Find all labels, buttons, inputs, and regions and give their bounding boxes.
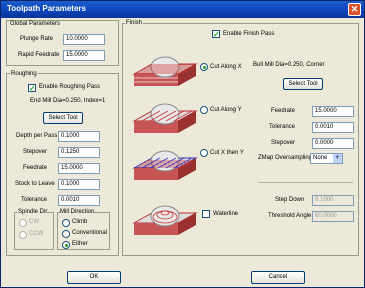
ok-button[interactable]: OK xyxy=(67,271,121,284)
window-title: Toolpath Parameters xyxy=(7,4,86,13)
close-button[interactable]: ✕ xyxy=(348,3,361,16)
roughing-feedrate-input[interactable]: 15.0000 xyxy=(58,163,100,174)
waterline-label: Waterline xyxy=(213,211,239,217)
chevron-down-icon[interactable]: ▼ xyxy=(333,154,342,163)
roughing-heading: Roughing xyxy=(10,71,38,77)
cut-x-then-y-label: Cut X then Y xyxy=(210,150,244,156)
enable-roughing-checkbox[interactable]: ✓ xyxy=(28,84,36,93)
stock-to-leave-input[interactable]: 0.1000 xyxy=(58,179,100,190)
climb-radio[interactable] xyxy=(62,219,70,227)
title-bar[interactable]: Toolpath Parameters ✕ xyxy=(1,1,364,18)
enable-roughing-label: Enable Roughing Pass xyxy=(39,84,101,90)
waterline-preview-image xyxy=(132,205,198,235)
mill-direction-heading: Mill Direction xyxy=(60,209,95,215)
threshold-angle-input[interactable]: 60.0000 xyxy=(312,211,354,222)
threshold-angle-label: Threshold Angle xyxy=(268,213,312,219)
climb-label: Climb xyxy=(72,219,88,225)
global-parameters-heading: Global Parameters xyxy=(10,21,61,27)
enable-finish-label: Enable Finish Pass xyxy=(223,31,275,37)
finish-stepover-label: Stepover xyxy=(271,140,296,146)
cut-along-x-preview-image xyxy=(132,56,198,86)
cut-along-y-radio[interactable] xyxy=(200,106,208,114)
cut-along-y-label: Cut Along Y xyxy=(210,107,242,113)
cut-along-y-preview-image xyxy=(132,103,198,133)
conventional-label: Conventional xyxy=(72,230,108,236)
roughing-tolerance-input[interactable]: 0.0010 xyxy=(58,195,100,206)
zmap-oversampling-label: ZMap Oversampling xyxy=(258,155,313,161)
finish-feedrate-input[interactable]: 15.0000 xyxy=(312,106,354,117)
roughing-tolerance-label: Tolerance xyxy=(21,197,48,203)
cut-x-then-y-radio[interactable] xyxy=(200,149,208,157)
cw-label: CW xyxy=(29,219,39,225)
cancel-button[interactable]: Cancel xyxy=(251,271,305,284)
waterline-checkbox[interactable] xyxy=(202,210,210,218)
enable-finish-checkbox[interactable]: ✓ xyxy=(212,30,220,39)
roughing-feedrate-label: Feedrate xyxy=(23,165,48,171)
zmap-oversampling-select[interactable]: None ▼ xyxy=(310,153,343,164)
ccw-radio[interactable] xyxy=(19,231,27,239)
finish-divider xyxy=(258,182,353,183)
cw-radio[interactable] xyxy=(19,219,27,227)
spindle-dir-heading: Spindle Dir xyxy=(18,209,48,215)
finish-tool-text: Bull Mill Dia=0.250, Corner xyxy=(253,62,325,68)
rapid-feedrate-label: Rapid Feedrate xyxy=(18,52,60,58)
plunge-rate-input[interactable]: 10.0000 xyxy=(63,34,105,45)
zmap-oversampling-value: None xyxy=(313,155,328,161)
depth-per-pass-input[interactable]: 0.1000 xyxy=(58,131,100,142)
either-label: Either xyxy=(72,241,88,247)
cut-x-then-y-preview-image xyxy=(132,150,198,180)
finish-tolerance-input[interactable]: 0.0010 xyxy=(312,122,354,133)
roughing-stepover-input[interactable]: 0.1250 xyxy=(58,147,100,158)
stock-to-leave-label: Stock to Leave xyxy=(15,181,55,187)
finish-select-tool-button[interactable]: Select Tool xyxy=(283,78,323,90)
roughing-select-tool-button[interactable]: Select Tool xyxy=(43,112,83,124)
finish-heading: Finish xyxy=(125,20,144,26)
finish-feedrate-label: Feedrate xyxy=(271,108,296,114)
step-down-label: Step Down xyxy=(275,197,305,203)
finish-tolerance-label: Tolerance xyxy=(269,124,296,130)
step-down-input[interactable]: 0.1000 xyxy=(312,195,354,206)
toolpath-parameters-dialog: Toolpath Parameters ✕ Global Parameters … xyxy=(0,0,365,288)
roughing-stepover-label: Stepover xyxy=(23,149,48,155)
roughing-tool-text: End Mill Dia=0.250, Index=1 xyxy=(30,98,106,104)
rapid-feedrate-input[interactable]: 15.0000 xyxy=(63,50,105,61)
plunge-rate-label: Plunge Rate xyxy=(20,36,54,42)
cut-along-x-radio[interactable] xyxy=(200,63,208,71)
conventional-radio[interactable] xyxy=(62,230,70,238)
either-radio[interactable] xyxy=(62,241,70,249)
finish-stepover-input[interactable]: 0.0000 xyxy=(312,138,354,149)
depth-per-pass-label: Depth per Pass xyxy=(16,133,58,139)
cut-along-x-label: Cut Along X xyxy=(210,64,242,70)
ccw-label: CCW xyxy=(29,231,44,237)
